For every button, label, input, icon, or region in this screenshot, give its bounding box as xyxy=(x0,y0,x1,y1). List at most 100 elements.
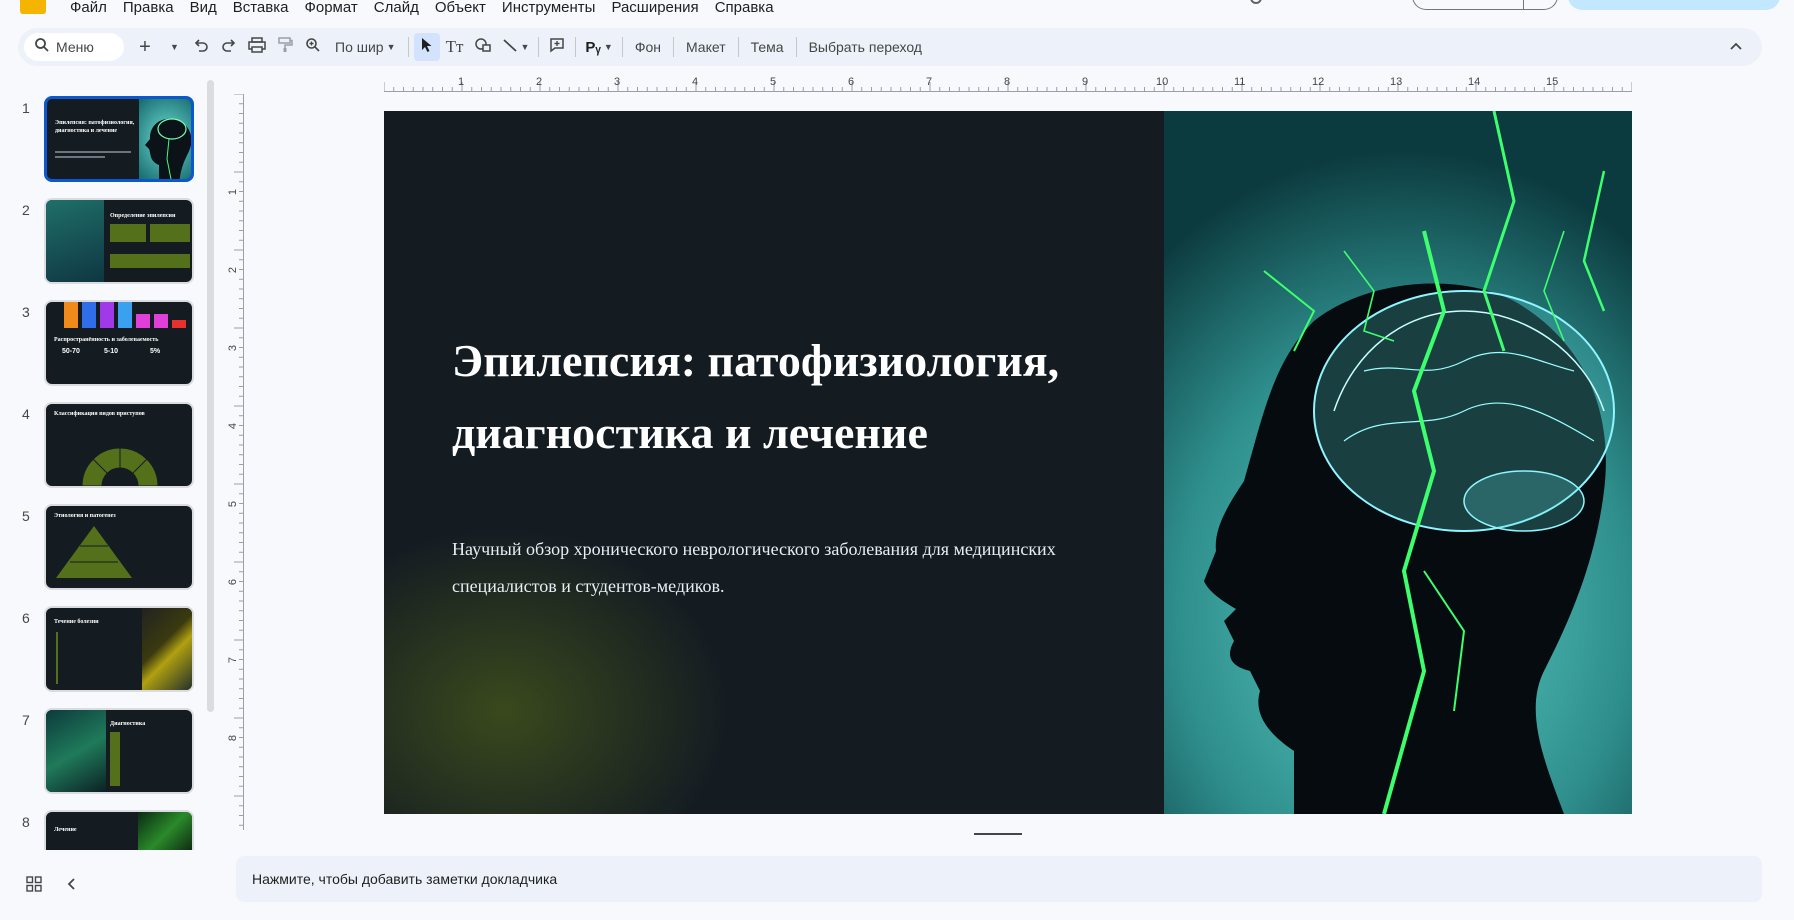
share-button[interactable] xyxy=(1568,0,1780,10)
undo-button[interactable] xyxy=(188,33,214,61)
filmstrip-slide-5[interactable]: 5 Этиология и патогенез xyxy=(0,504,200,600)
ruler-label: 2 xyxy=(227,266,240,274)
account-icon[interactable] xyxy=(1250,0,1262,4)
thumbnail-card xyxy=(110,224,146,242)
slide-number: 1 xyxy=(22,100,30,116)
menu-object[interactable]: Объект xyxy=(427,0,494,16)
text-box-button[interactable]: Tт xyxy=(442,33,468,61)
slide-number: 2 xyxy=(22,202,30,218)
collapse-toolbar-button[interactable] xyxy=(1722,33,1750,61)
ruler-label: 1 xyxy=(458,76,465,88)
redo-icon xyxy=(221,37,237,57)
search-icon xyxy=(34,37,50,58)
slide-thumbnail[interactable]: Распространённость и заболеваемость 50-7… xyxy=(44,300,194,386)
menu-help[interactable]: Справка xyxy=(707,0,782,16)
zoom-select[interactable]: По шир ▼ xyxy=(327,33,404,61)
app-logo[interactable] xyxy=(20,0,46,14)
thumbnail-text-line xyxy=(55,156,105,158)
menu-search-button[interactable]: Меню xyxy=(24,33,124,61)
line-icon xyxy=(502,37,518,57)
slideshow-button[interactable] xyxy=(1412,0,1558,10)
slide-number: 4 xyxy=(22,406,30,422)
slide-thumbnail[interactable]: Течение болезни xyxy=(44,606,194,692)
toolbar-divider xyxy=(737,37,739,57)
slide-thumbnail[interactable]: Эпилепсия: патофизиология, диагностика и… xyxy=(44,96,194,182)
slide-thumbnail[interactable]: Этиология и патогенез xyxy=(44,504,194,590)
menu-extensions[interactable]: Расширения xyxy=(603,0,706,16)
undo-icon xyxy=(193,37,209,57)
ruler-label: 1 xyxy=(227,188,240,196)
transition-button[interactable]: Выбрать переход xyxy=(801,33,930,61)
grid-view-icon[interactable] xyxy=(26,876,42,897)
slide-title[interactable]: Эпилепсия: патофизиология, диагностика и… xyxy=(452,325,1132,469)
filmstrip-slide-6[interactable]: 6 Течение болезни xyxy=(0,606,200,702)
ruler-label: 13 xyxy=(1390,76,1403,88)
ruler-label: 11 xyxy=(1234,76,1246,88)
theme-button[interactable]: Тема xyxy=(743,33,792,61)
menu-view[interactable]: Вид xyxy=(182,0,225,16)
paint-format-button[interactable] xyxy=(272,33,298,61)
brain-image[interactable] xyxy=(1164,111,1632,814)
ruler-label: 6 xyxy=(848,76,855,88)
zoom-button[interactable] xyxy=(300,33,326,61)
notes-resize-handle[interactable] xyxy=(974,833,1022,835)
slide-thumbnail[interactable]: Диагностика xyxy=(44,708,194,794)
ruler-ticks xyxy=(234,94,244,826)
slide-filmstrip: 1 Эпилепсия: патофизиология, диагностика… xyxy=(0,80,210,850)
slide-thumbnail[interactable]: Лечение xyxy=(44,810,194,850)
thumbnail-image xyxy=(138,812,192,850)
menu-insert[interactable]: Вставка xyxy=(225,0,297,16)
ruler-label: 8 xyxy=(227,734,240,742)
brain-illustration xyxy=(1204,111,1615,814)
slide-thumbnail[interactable]: Классификация видов приступов xyxy=(44,402,194,488)
thumbnail-card xyxy=(150,224,190,242)
filmstrip-scrollbar[interactable] xyxy=(207,80,214,712)
slide-canvas[interactable]: Эпилепсия: патофизиология, диагностика и… xyxy=(384,111,1632,814)
chevron-down-icon: ▼ xyxy=(520,42,530,52)
ruler-label: 15 xyxy=(1546,76,1559,88)
line-button[interactable]: ▼ xyxy=(498,33,534,61)
toolbar-divider xyxy=(538,37,540,57)
menu-file[interactable]: Файл xyxy=(62,0,115,16)
slide-number: 6 xyxy=(22,610,30,626)
new-slide-button[interactable]: + xyxy=(132,33,158,61)
select-tool-button[interactable] xyxy=(413,33,440,61)
shape-button[interactable] xyxy=(470,33,496,61)
filmstrip-slide-7[interactable]: 7 Диагностика xyxy=(0,708,200,804)
print-icon xyxy=(248,37,266,57)
zoom-icon xyxy=(305,37,321,57)
select-icon xyxy=(420,37,434,57)
print-button[interactable] xyxy=(244,33,270,61)
filmstrip-slide-2[interactable]: 2 Определение эпилепсии xyxy=(0,198,200,294)
new-slide-layout-dropdown[interactable]: ▼ xyxy=(160,33,186,61)
spell-check-button[interactable]: Pᵧ ▼ xyxy=(581,33,616,61)
menu-slide[interactable]: Слайд xyxy=(366,0,427,16)
filmstrip-slide-1[interactable]: 1 Эпилепсия: патофизиология, диагностика… xyxy=(0,96,200,192)
filmstrip-slide-8[interactable]: 8 Лечение xyxy=(0,810,200,850)
slide-subtitle[interactable]: Научный обзор хронического неврологическ… xyxy=(452,531,1112,605)
ruler-label: 5 xyxy=(227,500,240,508)
filmstrip-slide-3[interactable]: 3 Распространённость и заболеваемость 50… xyxy=(0,300,200,396)
slide-thumbnail[interactable]: Определение эпилепсии xyxy=(44,198,194,284)
thumbnail-title: Этиология и патогенез xyxy=(54,513,116,519)
add-comment-button[interactable] xyxy=(544,33,570,61)
toolbar-divider xyxy=(621,37,623,57)
slide-number: 5 xyxy=(22,508,30,524)
speaker-notes-field[interactable]: Нажмите, чтобы добавить заметки докладчи… xyxy=(236,856,1762,902)
menu-tools[interactable]: Инструменты xyxy=(494,0,604,16)
slide-number: 7 xyxy=(22,712,30,728)
menu-edit[interactable]: Правка xyxy=(115,0,182,16)
toolbar-divider xyxy=(672,37,674,57)
spell-check-icon: Pᵧ xyxy=(585,38,601,56)
thumbnail-title: Эпилепсия: патофизиология, диагностика и… xyxy=(55,120,135,134)
filmstrip-slide-4[interactable]: 4 Классификация видов приступов xyxy=(0,402,200,498)
menu-format[interactable]: Формат xyxy=(296,0,365,16)
background-button[interactable]: Фон xyxy=(627,33,669,61)
collapse-panel-icon[interactable] xyxy=(66,876,76,897)
thumbnail-pyramid xyxy=(56,526,132,578)
paint-format-icon xyxy=(277,37,293,57)
redo-button[interactable] xyxy=(216,33,242,61)
layout-button[interactable]: Макет xyxy=(678,33,734,61)
thumbnail-stat: 5-10 xyxy=(104,348,119,355)
thumbnail-image xyxy=(142,608,192,690)
